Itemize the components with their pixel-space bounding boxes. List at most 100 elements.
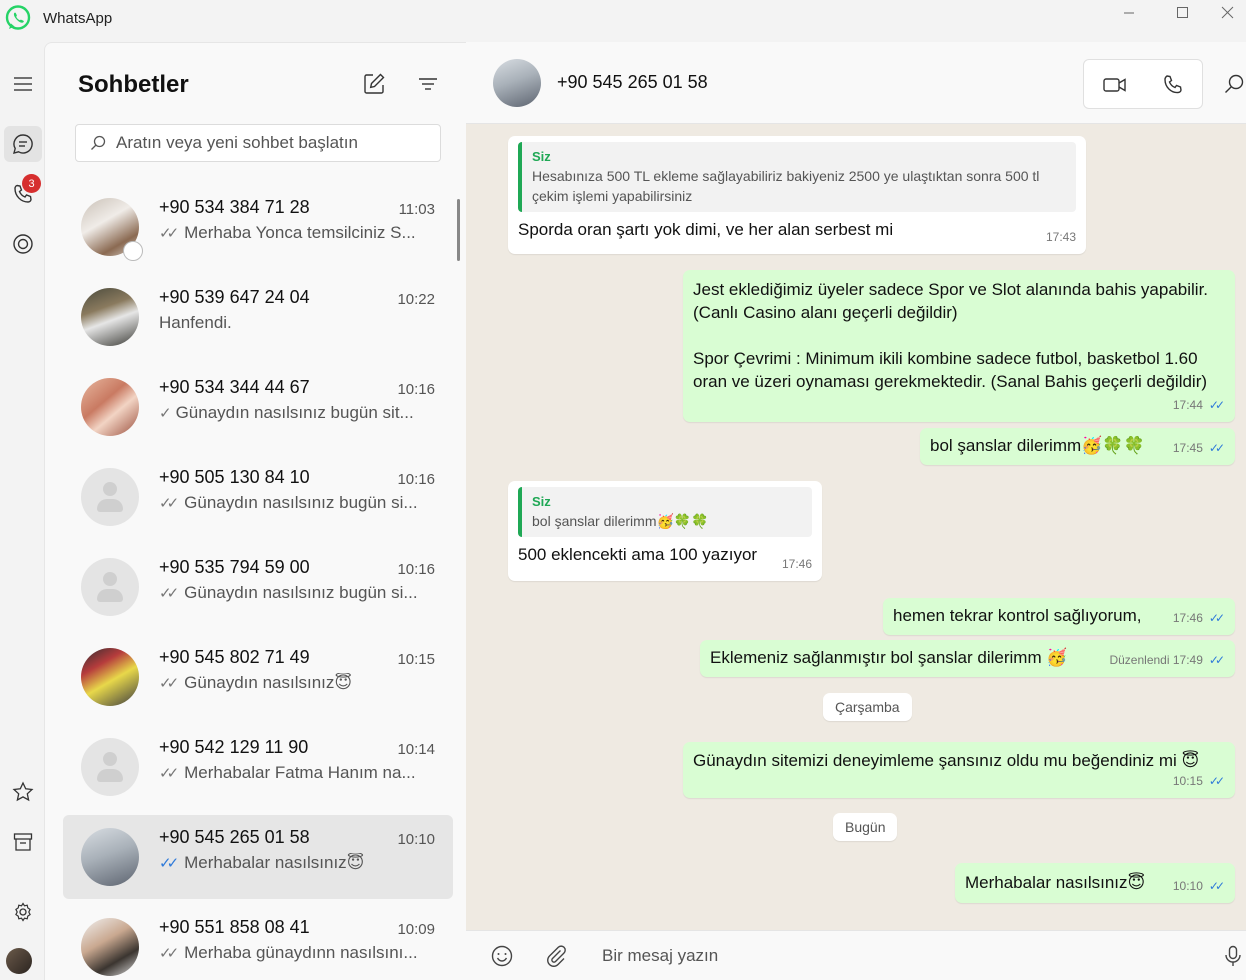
navigation-rail: 3 [0,42,44,980]
default-avatar-icon [81,558,139,616]
double-check-icon: ✓✓ [159,225,179,242]
edited-label: Düzenlendi [1109,653,1170,667]
double-check-icon: ✓✓ [159,945,179,962]
new-chat-icon[interactable] [361,71,387,97]
message-time: 17:46 [1172,611,1203,625]
emoji-icon[interactable] [490,944,514,968]
chat-time: 10:16 [397,561,435,578]
day-separator: Bugün [833,813,898,841]
message-meta: 17:46 ✓✓ [1173,607,1225,630]
app-title: WhatsApp [43,10,113,27]
incoming-message[interactable]: Siz Hesabınıza 500 TL ekleme sağlayabili… [508,136,1086,254]
hamburger-icon [14,77,32,91]
outgoing-message[interactable]: Günaydın sitemizi deneyimleme şansınız o… [683,742,1235,798]
outgoing-message[interactable]: Jest eklediğimiz üyeler sadece Spor ve S… [683,270,1235,422]
chat-preview: ✓✓ Günaydın nasılsınız bugün si... [159,583,429,603]
chat-preview: Hanfendi. [159,313,429,333]
chat-list-item[interactable]: +90 545 802 71 49 10:15 ✓✓ Günaydın nasıl… [63,635,453,719]
double-check-read-icon: ✓✓ [1208,653,1225,667]
menu-button[interactable] [4,66,42,102]
outgoing-message[interactable]: Eklemeniz sağlanmıştır bol şanslar diler… [700,640,1235,677]
chat-name: +90 539 647 24 04 [159,287,310,307]
avatar [81,918,139,976]
message-time: 17:45 [1172,441,1203,455]
double-check-icon: ✓✓ [159,495,179,512]
chat-name: +90 545 265 01 58 [159,827,310,847]
chat-list-item[interactable]: +90 542 129 11 90 10:14 ✓✓ Merhabalar Fat… [63,725,453,809]
default-avatar-icon [81,738,139,796]
archived-nav-button[interactable] [4,824,42,860]
outgoing-message[interactable]: bol şanslar dilerimm🥳🍀🍀 17:45 ✓✓ [920,428,1235,465]
contact-name[interactable]: +90 545 265 01 58 [557,72,708,93]
chat-search-box[interactable] [75,124,441,162]
chat-time: 10:09 [397,921,435,938]
chat-preview-text: Günaydın nasılsınız bugün sit... [175,403,414,422]
avatar [81,648,139,706]
message-text: Sporda oran şartı yok dimi, ve her alan … [518,220,894,239]
chat-list-item[interactable]: +90 539 647 24 04 10:22 Hanfendi. [63,275,453,359]
quoted-message[interactable]: Siz bol şanslar dilerimm🥳🍀🍀 [518,487,812,537]
chat-time: 10:16 [397,381,435,398]
double-check-read-icon: ✓✓ [1208,774,1225,788]
double-check-read-icon: ✓✓ [1208,441,1225,455]
chat-name: +90 534 384 71 28 [159,197,310,217]
video-call-icon[interactable] [1102,73,1128,97]
status-ring-icon [123,241,143,261]
whatsapp-logo-icon [5,5,31,30]
chat-time: 10:15 [397,651,435,668]
chat-time: 11:03 [398,201,435,218]
contact-avatar[interactable] [493,59,541,107]
search-icon [91,135,106,150]
message-text-continued: Spor Çevrimi : Minimum ikili kombine sad… [693,349,1208,391]
chat-preview: ✓✓ Merhaba günaydınn nasılsını... [159,943,429,963]
chat-time: 10:14 [397,741,435,758]
message-meta: Düzenlendi 17:49 ✓✓ [1109,649,1225,672]
starred-nav-button[interactable] [4,774,42,810]
chat-list-item[interactable]: +90 551 858 08 41 10:09 ✓✓ Merhaba günayd… [63,905,453,980]
archive-icon [13,833,33,851]
chat-preview: ✓✓ Merhabalar nasılsınız😇 [159,853,429,873]
microphone-icon[interactable] [1221,944,1245,968]
voice-call-icon[interactable] [1160,73,1186,97]
outgoing-message[interactable]: Merhabalar nasılsınız😇 10:10 ✓✓ [955,863,1235,903]
quoted-message[interactable]: Siz Hesabınıza 500 TL ekleme sağlayabili… [518,142,1076,212]
outgoing-message[interactable]: hemen tekrar kontrol sağlıyorum, 17:46 ✓✓ [883,598,1235,635]
settings-nav-button[interactable] [4,894,42,930]
chat-list-item[interactable]: +90 505 130 84 10 10:16 ✓✓ Günaydın nasıl… [63,455,453,539]
chat-list-item[interactable]: +90 535 794 59 00 10:16 ✓✓ Günaydın nasıl… [63,545,453,629]
day-separator: Çarşamba [823,693,912,721]
status-nav-button[interactable] [4,226,42,262]
chats-nav-button[interactable] [4,126,42,162]
chat-list-scrollbar[interactable] [457,199,460,261]
chat-list-item-selected[interactable]: +90 545 265 01 58 10:10 ✓✓ Merhabalar nas… [63,815,453,899]
calls-badge: 3 [22,174,41,193]
chat-name: +90 534 344 44 67 [159,377,310,397]
double-check-read-icon: ✓✓ [1208,611,1225,625]
chat-preview-text: Günaydın nasılsınız😇 [184,673,353,692]
message-meta: 17:43 [1046,226,1076,249]
check-icon: ✓ [159,405,172,422]
maximize-icon[interactable] [1162,2,1208,24]
close-icon[interactable] [1218,2,1246,24]
message-list: Siz Hesabınıza 500 TL ekleme sağlayabili… [466,124,1246,930]
search-in-chat-icon[interactable] [1223,73,1245,95]
message-input[interactable] [602,943,1182,969]
chat-preview: ✓ Günaydın nasılsınız bugün sit... [159,403,429,423]
filter-icon[interactable] [415,71,441,97]
chat-list-item[interactable]: +90 534 344 44 67 10:16 ✓ Günaydın nasıls… [63,365,453,449]
chat-list-item[interactable]: +90 534 384 71 28 11:03 ✓✓ Merhaba Yonca … [63,185,453,269]
profile-avatar[interactable] [6,948,32,974]
message-meta: 17:44 ✓✓ [1173,394,1225,417]
message-meta: 10:10 ✓✓ [1173,875,1225,898]
double-check-read-icon: ✓✓ [1208,879,1225,893]
chat-name: +90 551 858 08 41 [159,917,310,937]
attachment-icon[interactable] [544,944,568,968]
chat-preview: ✓✓ Merhabalar Fatma Hanım na... [159,763,429,783]
message-time: 17:49 [1172,653,1203,667]
incoming-message[interactable]: Siz bol şanslar dilerimm🥳🍀🍀 500 eklencek… [508,481,822,581]
chat-time: 10:10 [397,831,435,848]
minimize-icon[interactable] [1106,2,1152,24]
chat-preview-text: Merhabalar nasılsınız😇 [184,853,365,872]
double-check-icon: ✓✓ [159,585,179,602]
search-input[interactable] [116,133,416,153]
